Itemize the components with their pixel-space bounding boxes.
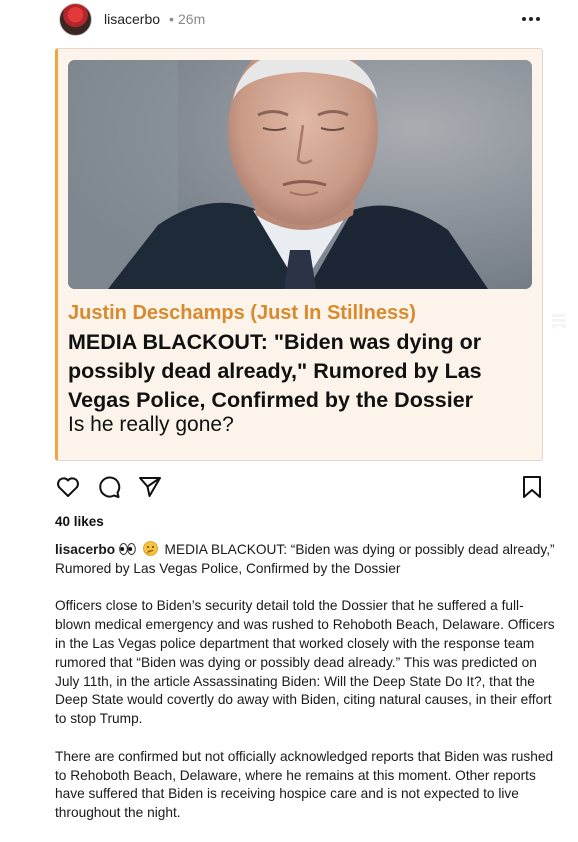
save-icon[interactable]	[519, 474, 545, 500]
like-heart-icon[interactable]	[55, 474, 81, 500]
more-options-icon[interactable]	[520, 8, 542, 30]
article-title[interactable]: MEDIA BLACKOUT: "Biden was dying or poss…	[68, 328, 523, 415]
comment-icon[interactable]	[96, 474, 122, 500]
caption-paragraph-2: There are confirmed but not officially a…	[55, 748, 554, 821]
article-photo	[68, 60, 532, 289]
photo-illustration	[68, 60, 532, 289]
post-header: lisacerbo • 26m	[0, 0, 578, 42]
post-time: 26m	[178, 11, 206, 27]
likes-count[interactable]: 40 likes	[55, 514, 104, 529]
post-caption: lisacerbo MEDIA BLACKOUT: “Biden was dyi…	[55, 541, 555, 842]
save-bookmark-icon[interactable]	[550, 312, 568, 330]
share-send-icon[interactable]	[137, 474, 163, 500]
avatar[interactable]	[59, 3, 92, 36]
article-author[interactable]: Justin Deschamps (Just In Stillness)	[68, 302, 416, 325]
caption-paragraph-1: Officers close to Biden’s security detai…	[55, 598, 555, 727]
article-subtitle: Is he really gone?	[68, 413, 234, 436]
separator-dot: •	[169, 11, 174, 27]
username[interactable]: lisacerbo	[104, 11, 160, 27]
caption-headline-line: lisacerbo MEDIA BLACKOUT: “Biden was dyi…	[55, 541, 555, 579]
action-bar	[0, 472, 578, 502]
thinking-emoji-icon	[142, 541, 158, 556]
caption-username[interactable]: lisacerbo	[55, 542, 115, 557]
eyes-emoji-icon	[119, 543, 136, 555]
